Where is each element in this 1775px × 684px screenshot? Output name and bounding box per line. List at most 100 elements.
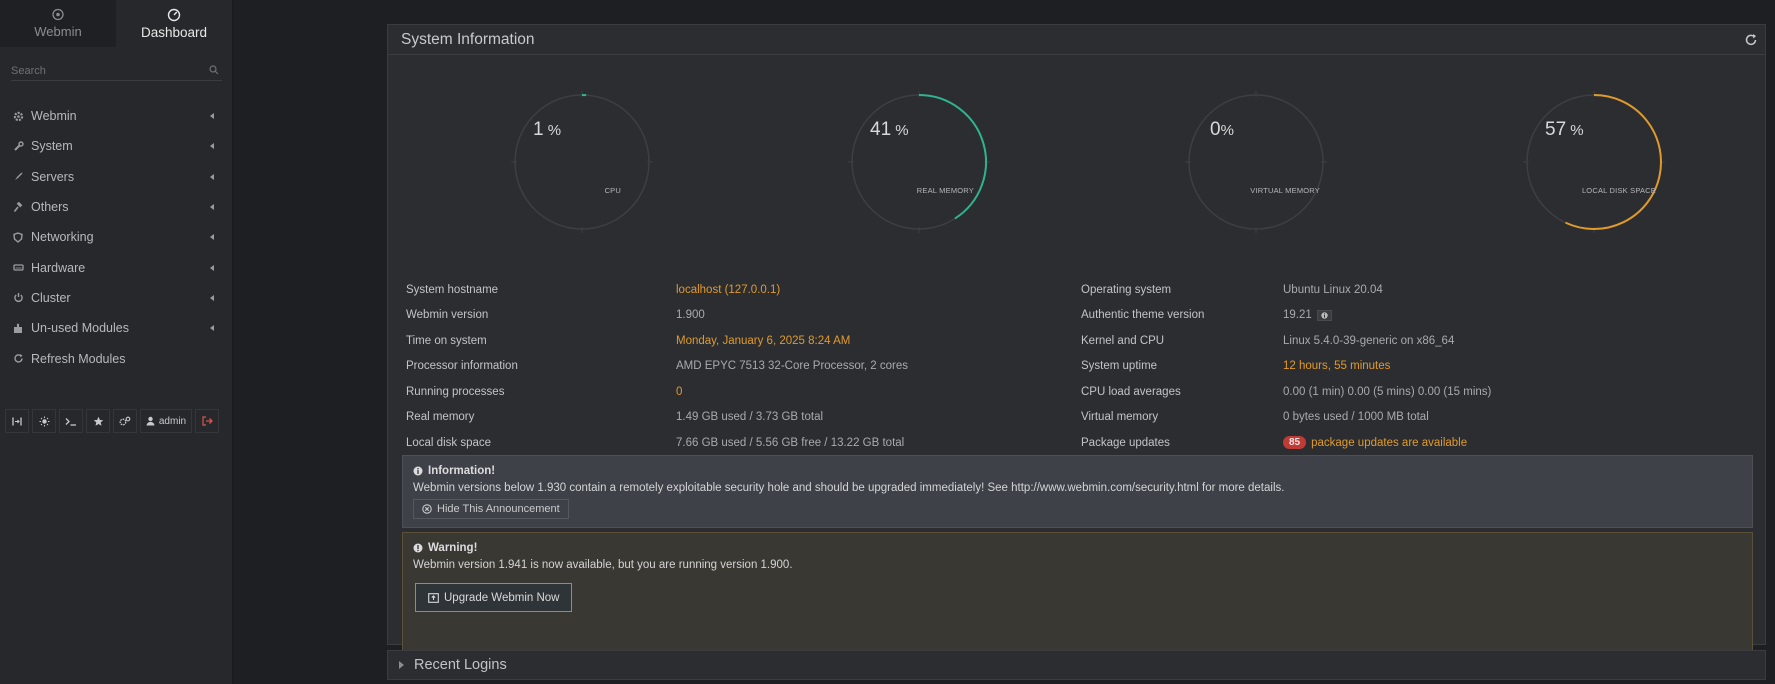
- sidebar-item-refresh-modules[interactable]: Refresh Modules: [0, 343, 232, 373]
- terminal-button[interactable]: [59, 409, 83, 433]
- info-value-text[interactable]: package updates are available: [1311, 437, 1467, 449]
- tab-webmin[interactable]: Webmin: [0, 0, 116, 47]
- sidebar: Webmin Dashboard Webmin System Servers O…: [0, 0, 233, 684]
- info-value: localhost (127.0.0.1): [676, 283, 781, 296]
- webmin-logo-icon: [52, 8, 64, 21]
- gauge-value-unit: %: [543, 122, 562, 139]
- info-value-text: 0.00 (1 min) 0.00 (5 mins) 0.00 (15 mins…: [1283, 385, 1492, 398]
- gauge-value-unit: %: [1566, 122, 1584, 139]
- theme-settings-button[interactable]: [113, 409, 137, 433]
- sidebar-item-label: Servers: [31, 169, 75, 184]
- gauge-label: CPU: [604, 186, 621, 195]
- gear-icon: [12, 110, 24, 122]
- username-label: admin: [158, 415, 187, 427]
- caret-left-icon: [210, 113, 214, 120]
- package-updates-badge[interactable]: 85: [1283, 436, 1307, 450]
- sidebar-toolbar: admin: [5, 409, 219, 433]
- info-key: System uptime: [1081, 360, 1158, 373]
- alert-text: Webmin versions below 1.930 contain a re…: [413, 482, 1285, 494]
- gauges-row: 1 % CPU 41 % REAL MEMORY 0% VIRTUAL MEMORY …: [388, 87, 1767, 237]
- logout-button[interactable]: [195, 409, 219, 433]
- alert-title-text: Information!: [428, 465, 496, 477]
- drive-icon: [12, 262, 24, 274]
- gauge-value-number: 0: [1210, 119, 1221, 140]
- theme-info-icon[interactable]: [1316, 309, 1332, 321]
- sidebar-item-system[interactable]: System: [0, 131, 232, 161]
- caret-left-icon: [210, 264, 214, 271]
- virtual-memory-gauge: 0% VIRTUAL MEMORY: [1181, 87, 1331, 237]
- alert-text: Webmin version 1.941 is now available, b…: [413, 559, 793, 571]
- sidebar-menu: Webmin System Servers Others Networking …: [0, 101, 232, 374]
- power-icon: [12, 292, 24, 304]
- toggle-sidebar-button[interactable]: [5, 409, 29, 433]
- top-tabs: Webmin Dashboard: [0, 0, 232, 47]
- sidebar-item-webmin[interactable]: Webmin: [0, 101, 232, 131]
- info-row: Local disk space 7.66 GB used / 5.56 GB f…: [406, 430, 1756, 456]
- alert-title: Warning!: [413, 542, 1742, 554]
- search-icon[interactable]: [209, 65, 219, 75]
- gauge-ring: [1185, 91, 1327, 233]
- sidebar-item-servers[interactable]: Servers: [0, 162, 232, 192]
- info-row: Real memory 1.49 GB used / 3.73 GB total V…: [406, 405, 1756, 431]
- gauge-label: REAL MEMORY: [916, 186, 974, 195]
- info-key: Kernel and CPU: [1081, 334, 1165, 347]
- wrench-icon: [12, 140, 24, 152]
- caret-left-icon: [210, 143, 214, 150]
- logout-icon: [201, 416, 213, 426]
- info-value-text: Linux 5.4.0-39-generic on x86_64: [1283, 334, 1455, 347]
- gauge-ring: [511, 91, 653, 233]
- tab-dashboard[interactable]: Dashboard: [116, 0, 232, 47]
- info-value-text[interactable]: 12 hours, 55 minutes: [1283, 360, 1390, 372]
- sidebar-item-others[interactable]: Others: [0, 192, 232, 222]
- gauge-value: 57 %: [1545, 119, 1584, 141]
- info-row: System hostname localhost (127.0.0.1) Oper…: [406, 277, 1756, 303]
- sidebar-item-label: System: [31, 139, 73, 154]
- alert-title: Information!: [413, 465, 1742, 477]
- gauge-fill: [1565, 94, 1662, 230]
- sidebar-item-unused-modules[interactable]: Un-used Modules: [0, 313, 232, 343]
- hide-announcement-button[interactable]: Hide This Announcement: [413, 499, 569, 519]
- info-value: Monday, January 6, 2025 8:24 AM: [676, 334, 851, 347]
- sidebar-item-label: Webmin: [31, 109, 77, 124]
- gauge-ring: [1523, 91, 1665, 233]
- caret-left-icon: [210, 294, 214, 301]
- info-key: Authentic theme version: [1081, 309, 1205, 322]
- info-value: 19.21: [1283, 309, 1332, 321]
- info-value: Ubuntu Linux 20.04: [1283, 284, 1383, 296]
- gavel-icon: [12, 201, 24, 213]
- sidebar-item-networking[interactable]: Networking: [0, 222, 232, 252]
- refresh-icon[interactable]: [1744, 33, 1758, 47]
- star-icon: [93, 416, 103, 426]
- caret-left-icon: [210, 234, 214, 241]
- info-value: 1.49 GB used / 3.73 GB total: [676, 411, 824, 424]
- gauge-value-number: 1: [533, 119, 544, 140]
- sidebar-item-cluster[interactable]: Cluster: [0, 283, 232, 313]
- user-icon: [146, 416, 155, 426]
- favorites-button[interactable]: [86, 409, 110, 433]
- info-row: Running processes 0 CPU load averages 0.00 …: [406, 379, 1756, 405]
- search-input[interactable]: [11, 62, 222, 77]
- gauge-track: [1188, 94, 1324, 230]
- gauge-ring: [848, 91, 990, 233]
- real-memory-gauge: 41 % REAL MEMORY: [844, 87, 994, 237]
- info-key: CPU load averages: [1081, 385, 1181, 398]
- info-key: Local disk space: [406, 436, 492, 449]
- user-button[interactable]: admin: [140, 409, 192, 433]
- search-box: [11, 61, 222, 81]
- info-key: Package updates: [1081, 436, 1170, 449]
- puzzle-icon: [12, 322, 24, 334]
- info-key: Virtual memory: [1081, 411, 1159, 424]
- recent-logins-panel[interactable]: Recent Logins: [387, 650, 1766, 680]
- info-value-text: Ubuntu Linux 20.04: [1283, 283, 1383, 296]
- sidebar-item-hardware[interactable]: Hardware: [0, 252, 232, 282]
- gauge-label: LOCAL DISK SPACE: [1581, 186, 1656, 195]
- info-key: Time on system: [406, 334, 487, 347]
- upgrade-webmin-button[interactable]: Upgrade Webmin Now: [415, 583, 573, 612]
- gauge-value: 1 %: [533, 119, 561, 141]
- caret-left-icon: [210, 325, 214, 332]
- theme-toggle-button[interactable]: [32, 409, 56, 433]
- alert-title-text: Warning!: [428, 542, 478, 554]
- panel-header: System Information: [388, 25, 1765, 55]
- info-value-text: 19.21: [1283, 309, 1312, 322]
- terminal-icon: [65, 417, 76, 426]
